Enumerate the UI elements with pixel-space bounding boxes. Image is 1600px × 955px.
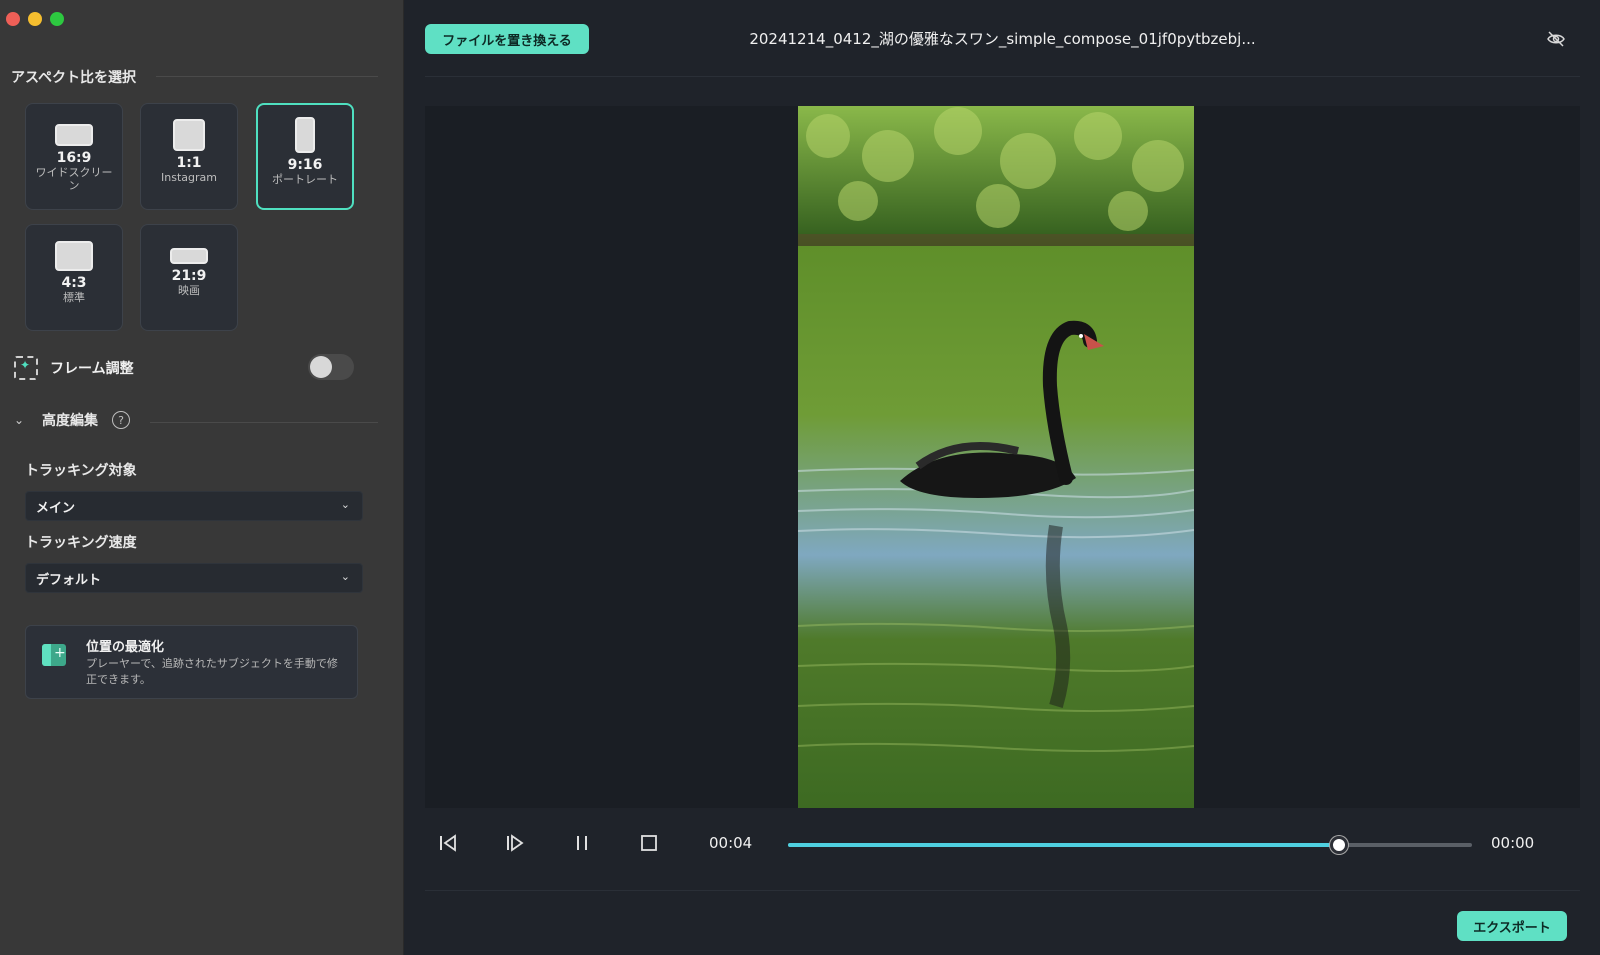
ratio-sub: 映画 — [178, 284, 200, 297]
advanced-edit-header[interactable]: ⌄ 高度編集 ? — [14, 410, 130, 430]
ratio-card-9-16[interactable]: 9:16 ポートレート — [256, 103, 354, 210]
app-window: アスペクト比を選択 16:9 ワイドスクリーン 1:1 Instagram 9:… — [0, 0, 1600, 955]
divider — [425, 890, 1580, 891]
optimize-description: プレーヤーで、追跡されたサブジェクトを手動で修正できます。 — [86, 657, 338, 686]
close-window-button[interactable] — [6, 12, 20, 26]
tracking-target-label: トラッキング対象 — [25, 463, 137, 479]
chevron-down-icon: ⌄ — [340, 570, 350, 583]
pause-button[interactable] — [565, 826, 599, 860]
pause-icon — [577, 836, 587, 850]
prev-frame-button[interactable] — [431, 826, 465, 860]
playback-controls: 00:04 00:00 — [425, 826, 1580, 866]
main-area: ファイルを置き換える 20241214_0412_湖の優雅なスワン_simple… — [405, 0, 1600, 955]
ratio-card-4-3[interactable]: 4:3 標準 — [25, 224, 123, 331]
sidebar: アスペクト比を選択 16:9 ワイドスクリーン 1:1 Instagram 9:… — [0, 0, 404, 955]
tracking-speed-select[interactable]: デフォルト ⌄ — [25, 563, 363, 593]
minimize-window-button[interactable] — [28, 12, 42, 26]
divider — [156, 76, 378, 77]
ratio-label: 9:16 — [287, 157, 323, 173]
ratio-sub: ポートレート — [272, 173, 338, 186]
chevron-down-icon: ⌄ — [340, 498, 350, 511]
frame-adjust-toggle[interactable] — [308, 354, 354, 380]
ratio-card-1-1[interactable]: 1:1 Instagram — [140, 103, 238, 210]
end-time: 00:00 — [1491, 834, 1535, 852]
ratio-label: 4:3 — [61, 275, 87, 291]
progress-fill — [788, 843, 1339, 847]
frame-adjust-label: フレーム調整 — [50, 361, 134, 377]
swan-video-frame — [798, 106, 1194, 808]
eye-off-icon[interactable] — [1547, 30, 1565, 48]
ratio-card-16-9[interactable]: 16:9 ワイドスクリーン — [25, 103, 123, 210]
progress-thumb[interactable] — [1329, 836, 1348, 854]
zoom-window-button[interactable] — [50, 12, 64, 26]
ratio-sub: Instagram — [161, 171, 217, 184]
position-optimize-card[interactable]: 位置の最適化 プレーヤーで、追跡されたサブジェクトを手動で修正できます。 — [25, 625, 358, 699]
ratio-sub: 標準 — [63, 291, 85, 304]
chevron-down-icon: ⌄ — [14, 413, 25, 427]
next-frame-button[interactable] — [498, 826, 532, 860]
toggle-knob — [310, 356, 332, 378]
tracking-target-select[interactable]: メイン ⌄ — [25, 491, 363, 521]
portrait-icon — [295, 117, 315, 153]
optimize-title: 位置の最適化 — [86, 640, 165, 655]
file-title: 20241214_0412_湖の優雅なスワン_simple_compose_01… — [749, 30, 1256, 48]
progress-slider[interactable] — [788, 836, 1472, 854]
divider — [150, 422, 378, 423]
ratio-card-21-9[interactable]: 21:9 映画 — [140, 224, 238, 331]
ratio-label: 1:1 — [176, 155, 202, 171]
cinema-icon — [170, 248, 208, 264]
export-button[interactable]: エクスポート — [1457, 911, 1567, 941]
aspect-ratio-title: アスペクト比を選択 — [11, 70, 137, 86]
tracking-target-value: メイン — [36, 500, 76, 516]
stop-button[interactable] — [632, 826, 666, 860]
current-time: 00:04 — [709, 834, 753, 852]
video-preview[interactable] — [798, 106, 1194, 808]
optimize-icon — [42, 644, 66, 666]
advanced-edit-label: 高度編集 — [42, 413, 98, 429]
prev-frame-icon — [440, 834, 456, 852]
next-frame-icon — [507, 834, 524, 852]
ratio-label: 16:9 — [56, 150, 92, 166]
frame-adjust-icon — [14, 356, 38, 380]
widescreen-icon — [55, 124, 93, 146]
standard-icon — [55, 241, 93, 271]
frame-adjust-row: フレーム調整 — [14, 354, 354, 382]
tracking-speed-value: デフォルト — [36, 572, 102, 588]
help-icon[interactable]: ? — [112, 411, 130, 429]
tracking-speed-label: トラッキング速度 — [25, 535, 137, 551]
window-controls — [6, 12, 64, 26]
ratio-label: 21:9 — [171, 268, 207, 284]
stop-icon — [641, 835, 657, 851]
square-icon — [173, 119, 205, 151]
video-viewer — [425, 106, 1580, 808]
replace-file-button[interactable]: ファイルを置き換える — [425, 24, 589, 54]
ratio-sub: ワイドスクリーン — [35, 166, 113, 192]
divider — [425, 76, 1580, 77]
